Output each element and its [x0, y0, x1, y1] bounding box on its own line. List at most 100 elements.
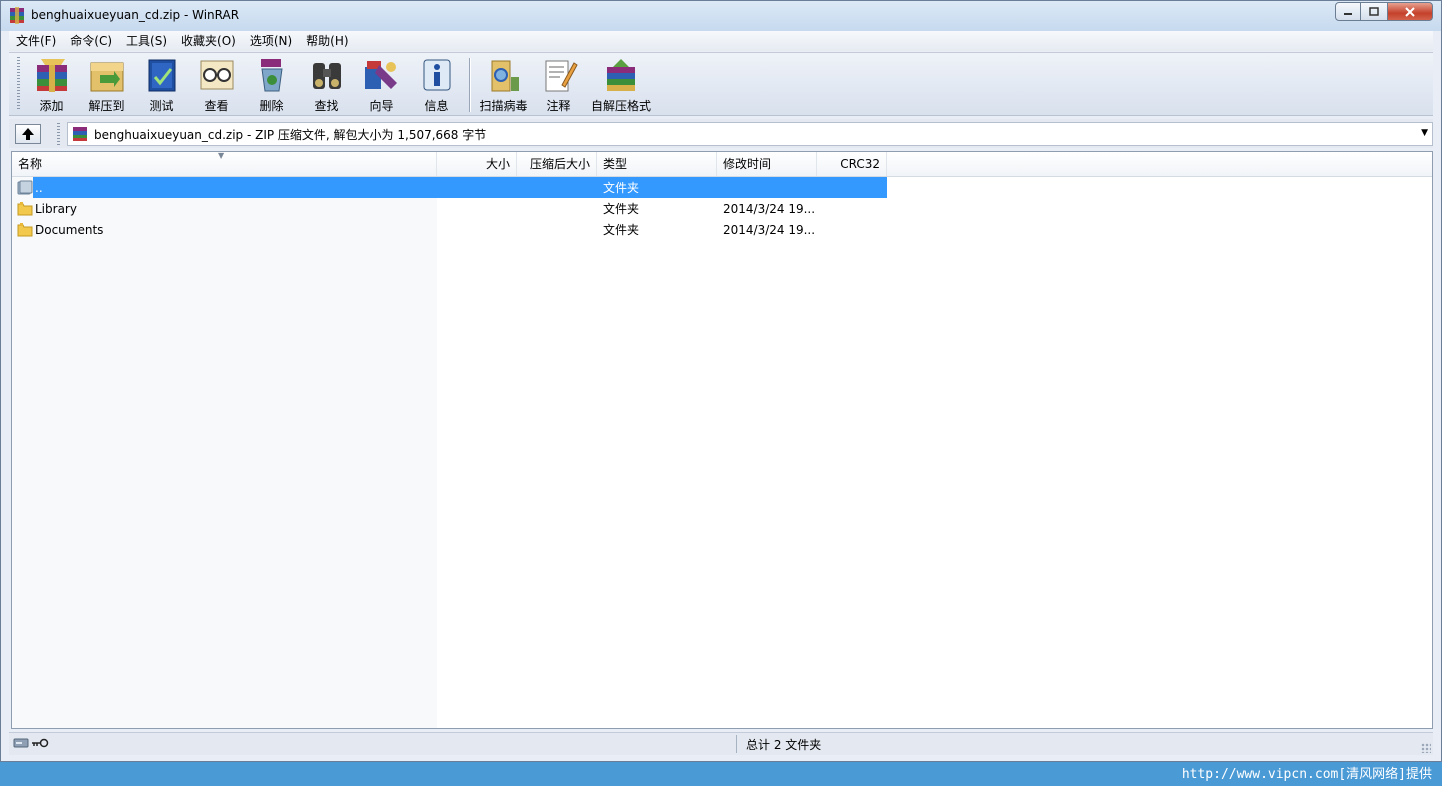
extract-to-icon [90, 62, 123, 92]
column-header-type[interactable]: 类型 [597, 152, 717, 176]
file-list[interactable]: 名称 ▼ 大小 压缩后大小 类型 修改时间 CRC32 .. 文件夹 Libra… [11, 151, 1433, 729]
status-icons [13, 737, 49, 749]
wizard-icon [364, 61, 397, 89]
delete-button[interactable]: 删除 [244, 53, 299, 115]
archive-icon [73, 127, 87, 141]
menu-options[interactable]: 选项(N) [243, 31, 299, 51]
toolbar: 添加 解压到 测试 查看 删除 查找 向导 信息 扫描病毒 注释 自解压格式 [9, 52, 1433, 116]
file-type: 文件夹 [603, 223, 640, 237]
address-bar: benghuaixueyuan_cd.zip - ZIP 压缩文件, 解包大小为… [9, 119, 1433, 148]
status-summary: 总计 2 文件夹 [746, 738, 822, 752]
close-icon [1405, 6, 1415, 17]
watermark-text: http://www.vipcn.com[清风网络]提供 [1181, 767, 1432, 782]
wizard-label: 向导 [369, 99, 394, 113]
sfx-label: 自解压格式 [590, 99, 651, 113]
info-button[interactable]: 信息 [409, 53, 464, 115]
virus-scan-label: 扫描病毒 [479, 99, 528, 113]
window-title: benghuaixueyuan_cd.zip - WinRAR [31, 8, 240, 22]
address-text: benghuaixueyuan_cd.zip - ZIP 压缩文件, 解包大小为… [94, 127, 487, 142]
folder-icon [17, 202, 33, 216]
toolbar-separator [469, 58, 471, 112]
status-bar: 总计 2 文件夹 [9, 732, 1433, 755]
column-header-crc[interactable]: CRC32 [817, 152, 887, 176]
test-label: 测试 [149, 99, 174, 113]
menu-file[interactable]: 文件(F) [9, 31, 63, 51]
find-icon [312, 63, 341, 89]
virus-scan-button[interactable]: 扫描病毒 [476, 53, 531, 115]
extract-to-button[interactable]: 解压到 [79, 53, 134, 115]
chevron-down-icon[interactable]: ▼ [1421, 128, 1428, 138]
address-field[interactable]: benghuaixueyuan_cd.zip - ZIP 压缩文件, 解包大小为… [67, 122, 1433, 146]
maximize-icon [1369, 7, 1379, 16]
find-button[interactable]: 查找 [299, 53, 354, 115]
maximize-button[interactable] [1361, 2, 1387, 21]
file-name: Library [35, 201, 77, 216]
file-modified: 2014/3/24 19... [723, 222, 816, 237]
status-separator [736, 735, 737, 753]
minimize-icon [1344, 12, 1352, 15]
file-modified: 2014/3/24 19... [723, 201, 816, 216]
test-icon [148, 59, 175, 92]
column-header-modified[interactable]: 修改时间 [717, 152, 817, 176]
comment-button[interactable]: 注释 [531, 53, 586, 115]
toolbar-grip[interactable] [17, 57, 20, 111]
wizard-button[interactable]: 向导 [354, 53, 409, 115]
name-column-background [12, 176, 437, 728]
up-one-level-button[interactable] [15, 123, 41, 144]
winrar-app-icon [10, 7, 24, 24]
winrar-window: benghuaixueyuan_cd.zip - WinRAR 文件(F) 命令… [0, 0, 1442, 762]
minimize-button[interactable] [1335, 2, 1361, 21]
extract-to-label: 解压到 [88, 99, 125, 113]
menu-bar: 文件(F) 命令(C) 工具(S) 收藏夹(O) 选项(N) 帮助(H) [9, 31, 1433, 51]
column-packed-label: 压缩后大小 [529, 157, 590, 171]
column-size-label: 大小 [485, 157, 510, 171]
sort-indicator-icon: ▼ [218, 151, 225, 160]
comment-icon [545, 60, 578, 92]
window-controls [1335, 2, 1433, 22]
add-button[interactable]: 添加 [24, 53, 79, 115]
menu-tools[interactable]: 工具(S) [119, 31, 174, 51]
find-label: 查找 [314, 99, 339, 113]
column-header-packed[interactable]: 压缩后大小 [517, 152, 597, 176]
add-archive-icon [36, 59, 67, 92]
sfx-icon [607, 59, 635, 91]
drive-icon[interactable] [13, 737, 29, 749]
close-button[interactable] [1387, 2, 1433, 21]
resize-grip[interactable] [1421, 743, 1431, 753]
menu-help[interactable]: 帮助(H) [299, 31, 355, 51]
key-icon[interactable] [31, 737, 49, 749]
up-arrow-icon [22, 127, 34, 140]
title-bar[interactable]: benghuaixueyuan_cd.zip - WinRAR [1, 1, 1441, 31]
file-type: 文件夹 [603, 181, 640, 195]
menu-commands[interactable]: 命令(C) [63, 31, 119, 51]
view-button[interactable]: 查看 [189, 53, 244, 115]
list-header: 名称 ▼ 大小 压缩后大小 类型 修改时间 CRC32 [12, 152, 1432, 177]
parent-folder-icon [17, 180, 33, 195]
folder-icon [17, 223, 33, 237]
file-name: .. [35, 180, 43, 195]
column-modified-label: 修改时间 [723, 157, 772, 171]
list-item-parent[interactable]: .. 文件夹 [12, 177, 887, 198]
delete-label: 删除 [259, 99, 284, 113]
column-type-label: 类型 [603, 157, 628, 171]
sfx-button[interactable]: 自解压格式 [586, 53, 656, 115]
column-header-name[interactable]: 名称 ▼ [12, 152, 437, 176]
comment-label: 注释 [546, 99, 571, 113]
column-name-label: 名称 [18, 157, 43, 171]
view-icon [200, 60, 233, 90]
test-button[interactable]: 测试 [134, 53, 189, 115]
delete-icon [260, 59, 283, 92]
add-label: 添加 [39, 99, 64, 113]
info-label: 信息 [424, 99, 449, 113]
file-name: Documents [35, 222, 104, 237]
virus-scan-icon [491, 60, 519, 92]
file-type: 文件夹 [603, 202, 640, 216]
view-label: 查看 [204, 99, 229, 113]
address-grip [57, 122, 60, 145]
menu-favorites[interactable]: 收藏夹(O) [174, 31, 243, 51]
list-item-documents[interactable]: Documents 文件夹 2014/3/24 19... [12, 219, 887, 240]
info-icon [423, 59, 450, 91]
column-crc-label: CRC32 [840, 157, 880, 171]
column-header-size[interactable]: 大小 [437, 152, 517, 176]
list-item-library[interactable]: Library 文件夹 2014/3/24 19... [12, 198, 887, 219]
